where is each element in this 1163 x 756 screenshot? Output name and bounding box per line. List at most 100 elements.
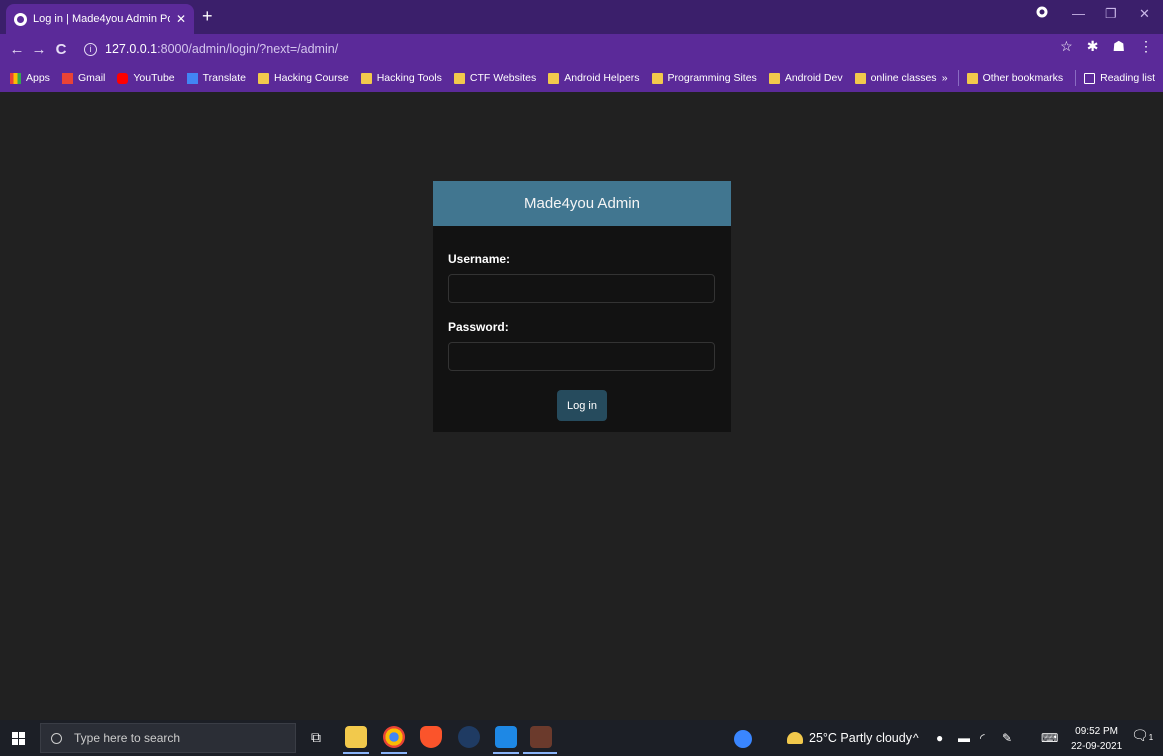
url-path: :8000/admin/login/?next=/admin/	[157, 42, 339, 56]
other-bookmarks[interactable]: Other bookmarks	[966, 72, 1064, 84]
bookmarks-right: » Other bookmarks Reading list	[942, 64, 1155, 92]
tab-active[interactable]: Log in | Made4you Admin Portal ✕	[6, 4, 194, 34]
brave-icon[interactable]	[420, 726, 442, 748]
menu-icon[interactable]: ⋮	[1139, 38, 1153, 55]
bookmarks-overflow-icon[interactable]: »	[942, 72, 948, 84]
search-placeholder: Type here to search	[74, 731, 181, 745]
reload-icon[interactable]: C	[50, 41, 72, 58]
bookmark-item[interactable]: Apps	[10, 72, 50, 84]
tab-strip: Log in | Made4you Admin Portal ✕ + — ❐ ✕	[0, 0, 1163, 34]
app-icon[interactable]	[458, 726, 480, 748]
bookmark-item[interactable]: Android Dev	[768, 72, 843, 84]
password-input[interactable]	[448, 342, 715, 371]
address-bar[interactable]: i 127.0.0.1:8000/admin/login/?next=/admi…	[84, 37, 1084, 61]
bookmark-item[interactable]: Hacking Course	[258, 72, 349, 84]
clock-time: 09:52 PM	[1075, 726, 1118, 737]
profile-icon[interactable]	[1036, 6, 1048, 21]
wifi-icon[interactable]: ◜	[980, 731, 985, 745]
tab-close-icon[interactable]: ✕	[176, 12, 186, 26]
pen-icon[interactable]: ✎	[1002, 731, 1012, 745]
bookmark-item[interactable]: CTF Websites	[453, 72, 537, 84]
bookmark-label: online classes	[870, 72, 937, 84]
folder-icon	[854, 72, 866, 84]
tray-expand-icon[interactable]: ^	[913, 731, 919, 745]
back-icon[interactable]: ←	[6, 41, 28, 58]
bookmark-item[interactable]: Hacking Tools	[360, 72, 442, 84]
other-bookmarks-label: Other bookmarks	[982, 72, 1064, 84]
apps-icon	[10, 72, 21, 84]
active-indicator	[343, 752, 369, 754]
divider	[957, 70, 959, 86]
login-button[interactable]: Log in	[557, 390, 607, 421]
file-explorer-icon[interactable]	[345, 726, 367, 748]
bookmark-label: Apps	[26, 72, 50, 84]
keyboard-icon[interactable]: ⌨	[1041, 731, 1058, 745]
taskbar-search[interactable]: Type here to search	[40, 723, 296, 753]
windows-start-icon[interactable]	[12, 732, 26, 746]
folder-icon	[360, 72, 372, 84]
network-icon[interactable]: ▬	[958, 731, 970, 745]
bookmark-label: Android Dev	[784, 72, 843, 84]
translate-icon	[186, 72, 198, 84]
weather-widget[interactable]: 25°C Partly cloudy	[787, 731, 912, 745]
bookmark-item[interactable]: Translate	[186, 72, 247, 84]
folder-icon	[768, 72, 780, 84]
python-app-icon[interactable]	[530, 726, 552, 748]
bookmark-item[interactable]: Programming Sites	[651, 72, 757, 84]
bookmark-item[interactable]: Android Helpers	[548, 72, 640, 84]
notification-icon[interactable]: 🗨1	[1131, 727, 1153, 744]
new-tab-button[interactable]: +	[202, 6, 213, 26]
bookmark-label: Translate	[202, 72, 247, 84]
bookmark-item[interactable]: online classes	[854, 72, 937, 84]
bookmark-star-icon[interactable]: ☆	[1060, 38, 1073, 55]
reading-list-icon	[1084, 72, 1096, 84]
active-indicator	[381, 752, 407, 754]
bookmark-label: YouTube	[133, 72, 175, 84]
toolbar-right: ☆ ✱ ☗ ⋮	[1060, 38, 1153, 55]
reading-list[interactable]: Reading list	[1084, 72, 1155, 84]
button-row: Log in	[448, 388, 716, 421]
bookmark-label: Android Helpers	[564, 72, 640, 84]
gmail-icon	[61, 72, 73, 84]
youtube-icon	[117, 72, 129, 84]
tray-app-icon[interactable]: ●	[936, 731, 943, 745]
folder-icon	[548, 72, 560, 84]
login-header: Made4you Admin	[433, 181, 731, 226]
extension-avatar-icon[interactable]: ☗	[1112, 38, 1125, 55]
username-input[interactable]	[448, 274, 715, 303]
url-host: 127.0.0.1	[105, 42, 158, 56]
bookmark-label: CTF Websites	[469, 72, 537, 84]
active-indicator	[493, 752, 519, 754]
chrome-icon[interactable]	[383, 726, 405, 748]
site-favicon-icon	[14, 12, 27, 26]
notification-count: 1	[1148, 733, 1154, 742]
folder-icon	[966, 72, 978, 84]
username-label: Username:	[448, 252, 511, 266]
folder-icon	[453, 72, 465, 84]
divider	[1075, 70, 1077, 86]
search-icon	[51, 732, 62, 744]
active-indicator	[523, 752, 557, 754]
site-info-icon[interactable]: i	[84, 42, 97, 56]
partly-cloudy-icon	[787, 732, 803, 744]
weather-text: 25°C Partly cloudy	[809, 731, 912, 745]
login-form: Username: Password: Log in	[433, 226, 731, 421]
login-panel: Made4you Admin Username: Password: Log i…	[433, 181, 731, 432]
task-view-icon[interactable]: ⧉	[305, 726, 327, 748]
minimize-icon[interactable]: —	[1072, 6, 1085, 21]
help-icon[interactable]	[734, 730, 752, 748]
bookmark-label: Programming Sites	[667, 72, 757, 84]
window-close-icon[interactable]: ✕	[1139, 6, 1150, 22]
password-label: Password:	[448, 320, 509, 334]
bookmark-label: Gmail	[77, 72, 106, 84]
maximize-icon[interactable]: ❐	[1105, 6, 1117, 22]
folder-icon	[258, 72, 270, 84]
bookmark-item[interactable]: YouTube	[117, 72, 175, 84]
bookmark-item[interactable]: Gmail	[61, 72, 106, 84]
extensions-icon[interactable]: ✱	[1087, 38, 1099, 55]
taskbar-clock[interactable]: 09:52 PM 22-09-2021	[1071, 724, 1122, 754]
vscode-icon[interactable]	[495, 726, 517, 748]
forward-icon[interactable]: →	[28, 41, 50, 58]
bookmark-label: Hacking Tools	[376, 72, 442, 84]
clock-date: 22-09-2021	[1071, 741, 1123, 752]
